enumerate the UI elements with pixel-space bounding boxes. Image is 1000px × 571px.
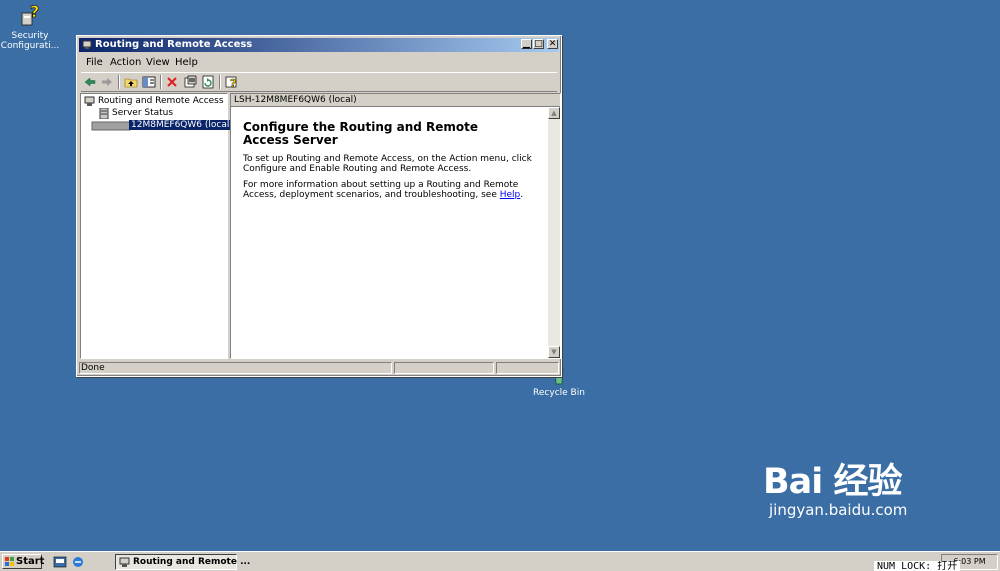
task-button-label: Routing and Remote ...: [133, 557, 251, 567]
status-panel-2: [394, 362, 494, 374]
details-pane-header: LSH-12M8MEF6QW6 (local): [231, 94, 560, 107]
scroll-up-button[interactable]: ▲: [548, 107, 560, 119]
menu-help[interactable]: Help: [175, 57, 198, 68]
watermark-url: jingyan.baidu.com: [769, 501, 908, 519]
console-tree: Routing and Remote Access Server Status …: [80, 93, 235, 359]
menu-file[interactable]: File: [86, 57, 103, 68]
configure-heading: Configure the Routing and Remote Access …: [243, 121, 543, 147]
task-button-rras[interactable]: Routing and Remote ...: [115, 554, 250, 570]
forward-arrow-icon[interactable]: [100, 75, 114, 89]
maximize-button[interactable]: □: [533, 39, 544, 49]
security-icon-label: Security Configurati...: [0, 31, 60, 51]
rras-task-icon: [119, 557, 130, 567]
tree-label-server-status: Server Status: [112, 108, 174, 118]
instruction-text: To set up Routing and Remote Access, on …: [243, 154, 532, 174]
rras-window: Routing and Remote Access ▁ □ ✕ File Act…: [76, 35, 562, 377]
server-icon: [91, 121, 131, 131]
help-link[interactable]: Help: [500, 190, 521, 200]
status-panel-3: [496, 362, 559, 374]
svg-text:?: ?: [230, 77, 236, 89]
heading-line-2: Access Server: [243, 133, 338, 147]
menu-bar: File Action View Help: [81, 55, 557, 71]
menu-action[interactable]: Action: [110, 57, 141, 68]
details-content: Configure the Routing and Remote Access …: [243, 121, 543, 206]
menu-view[interactable]: View: [146, 57, 170, 68]
baidu-watermark: Bai 经验 jingyan.baidu.com: [763, 462, 953, 518]
svg-text:?: ?: [30, 3, 39, 21]
server-status-icon: [99, 108, 109, 119]
refresh-icon[interactable]: [201, 75, 215, 89]
status-text: Done: [79, 362, 392, 374]
tree-label-server: 12M8MEF6QW6 (local): [129, 120, 235, 130]
tree-label-root: Routing and Remote Access: [98, 96, 224, 106]
numlock-indicator: NUM LOCK: 打开: [874, 561, 961, 571]
security-configuration-desktop-icon[interactable]: ? Security Configurati...: [0, 3, 60, 51]
taskbar: Start Routing and Remote ... 6:03 PM: [0, 551, 1000, 571]
toolbar-separator: [118, 75, 120, 89]
toolbar: ?: [81, 72, 557, 92]
show-hide-tree-icon[interactable]: [142, 75, 156, 89]
internet-explorer-icon[interactable]: [71, 555, 85, 569]
properties-icon[interactable]: [183, 75, 197, 89]
details-pane: LSH-12M8MEF6QW6 (local) Configure the Ro…: [230, 93, 561, 359]
recycle-bin-label: Recycle Bin: [533, 388, 585, 398]
minimize-button[interactable]: ▁: [521, 39, 532, 49]
more-info-period: .: [520, 190, 524, 200]
start-button[interactable]: Start: [2, 554, 45, 569]
more-info-body: For more information about setting up a …: [243, 180, 519, 200]
delete-icon[interactable]: [165, 75, 179, 89]
title-bar[interactable]: Routing and Remote Access ▁ □ ✕: [79, 38, 559, 52]
watermark-logo-text: Bai 经验: [763, 462, 902, 502]
show-desktop-icon[interactable]: [53, 555, 67, 569]
back-arrow-icon[interactable]: [83, 75, 97, 89]
up-folder-icon[interactable]: [124, 75, 138, 89]
heading-line-1: Configure the Routing and Remote: [243, 120, 479, 134]
rras-tree-icon: [84, 96, 95, 106]
toolbar-separator: [160, 75, 162, 89]
scroll-down-button[interactable]: ▼: [548, 346, 560, 358]
rras-app-icon: [82, 40, 92, 49]
windows-flag-icon: [5, 557, 14, 566]
status-bar: Done: [79, 361, 559, 375]
security-config-icon: ?: [21, 3, 40, 26]
window-title: Routing and Remote Access: [95, 39, 253, 50]
toolbar-separator: [219, 75, 221, 89]
start-label: Start: [16, 556, 45, 567]
help-icon[interactable]: ?: [225, 75, 239, 89]
more-info-text: For more information about setting up a …: [243, 180, 543, 200]
close-button[interactable]: ✕: [547, 39, 558, 49]
vertical-scrollbar[interactable]: ▲ ▼: [548, 107, 560, 358]
